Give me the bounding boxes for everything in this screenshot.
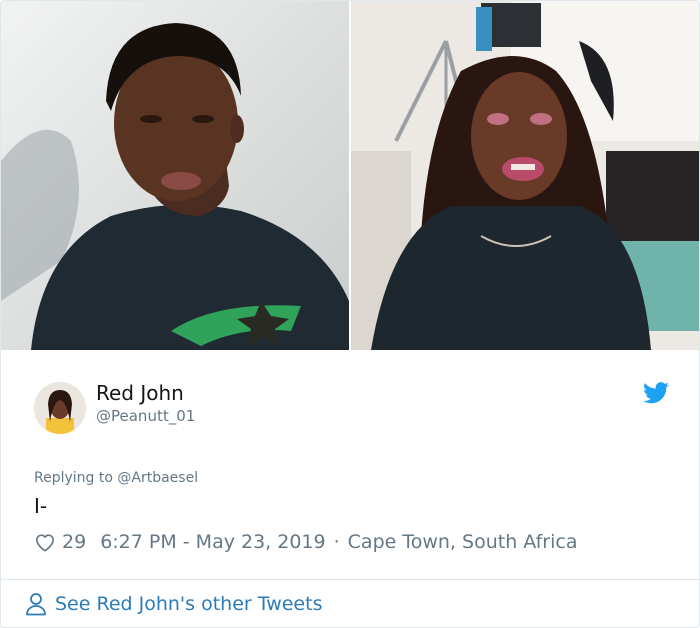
avatar-image — [34, 382, 86, 434]
tweet-text: I- — [34, 494, 48, 518]
tweet-meta: 29 6:27 PM - May 23, 2019 · Cape Town, S… — [34, 529, 577, 555]
see-other-tweets-label[interactable]: See Red John's other Tweets — [55, 593, 322, 615]
tweet-photo-1[interactable] — [1, 1, 349, 350]
meta-separator: · — [333, 531, 340, 553]
footer-divider — [1, 579, 699, 580]
author-handle[interactable]: @Peanutt_01 — [96, 407, 195, 425]
tweet-media[interactable] — [1, 1, 699, 350]
tweet-photo-2[interactable] — [351, 1, 699, 350]
replying-to-line: Replying to @Artbaesel — [34, 470, 198, 486]
see-other-tweets-link[interactable]: See Red John's other Tweets — [25, 591, 322, 617]
photo-1-image — [1, 1, 349, 350]
heart-icon[interactable] — [34, 532, 56, 552]
twitter-bird-icon[interactable] — [643, 382, 669, 404]
tweet-location[interactable]: Cape Town, South Africa — [348, 531, 578, 553]
photo-2-image — [351, 1, 699, 350]
embedded-tweet-card: Red John @Peanutt_01 Replying to @Artbae… — [0, 0, 700, 628]
like-count[interactable]: 29 — [62, 531, 86, 553]
person-icon — [26, 593, 46, 616]
replying-to-label: Replying to — [34, 470, 113, 486]
replying-to-mention[interactable]: @Artbaesel — [117, 470, 198, 486]
tweet-timestamp[interactable]: 6:27 PM - May 23, 2019 — [100, 531, 325, 553]
author-avatar[interactable] — [34, 382, 86, 434]
author-display-name[interactable]: Red John — [96, 381, 184, 405]
